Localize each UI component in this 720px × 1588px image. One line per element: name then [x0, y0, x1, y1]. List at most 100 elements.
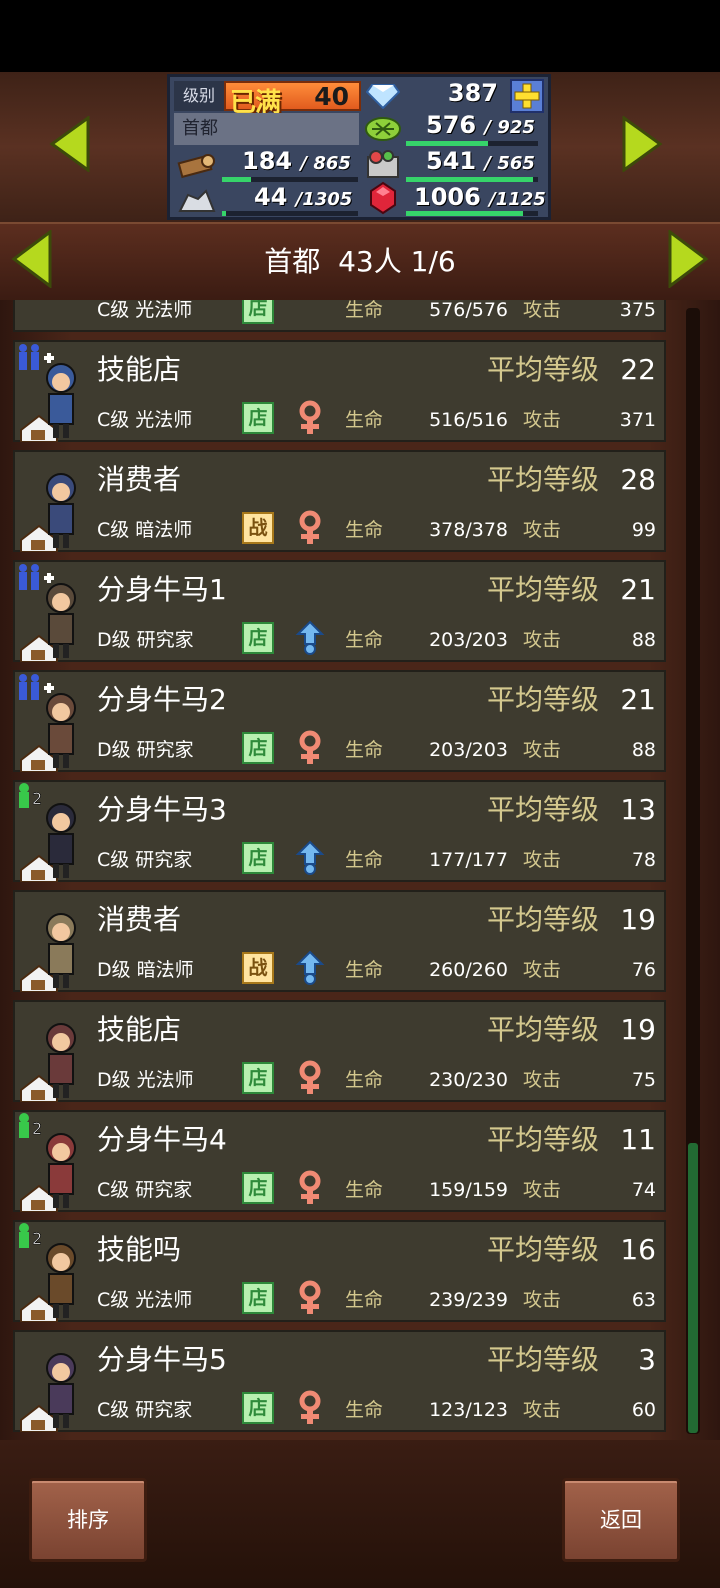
hp-label: 生命 [345, 1069, 384, 1091]
avg-level-label: 平均等级 [487, 1013, 600, 1046]
wood-icon [177, 154, 215, 179]
atk-label: 攻击 [523, 849, 562, 871]
avg-level-value: 28 [620, 463, 656, 496]
wood-bar [222, 177, 358, 182]
role-badge: 店 [242, 622, 274, 654]
atk-value: 74 [631, 1179, 656, 1201]
level-label: 级别 [174, 81, 224, 111]
unit-row[interactable]: 2 分身牛马3 平均等级 13 C级 研究家 店 生命 177/177 攻击 78 [13, 780, 666, 882]
female-icon [295, 1390, 325, 1426]
city-title-bar: 首都 43人 1/6 [0, 222, 720, 302]
atk-label: 攻击 [523, 519, 562, 541]
hp-label: 生命 [345, 739, 384, 761]
unit-row[interactable]: 分身牛马2 平均等级 21 D级 研究家 店 生命 203/203 攻击 88 [13, 670, 666, 772]
wood-value: 184 / 865 [242, 147, 351, 175]
ore-bar [222, 211, 358, 216]
ore-icon [178, 189, 216, 212]
unit-rank-job: D级 光法师 [97, 1069, 194, 1091]
role-badge: 店 [242, 300, 274, 324]
unit-avatar [20, 913, 76, 992]
atk-label: 攻击 [523, 629, 562, 651]
unit-row[interactable]: 2 技能吗 平均等级 16 C级 光法师 店 生命 239/239 攻击 63 [13, 1220, 666, 1322]
unit-row[interactable]: 分身牛马1 平均等级 21 D级 研究家 店 生命 203/203 攻击 88 [13, 560, 666, 662]
role-badge: 店 [242, 842, 274, 874]
role-badge: 店 [242, 1062, 274, 1094]
atk-value: 75 [631, 1069, 656, 1091]
unit-row[interactable]: 2 分身牛马4 平均等级 11 C级 研究家 店 生命 159/159 攻击 74 [13, 1110, 666, 1212]
unit-name: 技能吗 [97, 1233, 182, 1266]
prev-city-arrow-icon[interactable] [48, 116, 92, 172]
hp-label: 生命 [345, 300, 384, 321]
unit-name: 分身牛马4 [97, 1123, 227, 1156]
avg-level-label: 平均等级 [487, 793, 600, 826]
atk-label: 攻击 [523, 1289, 562, 1311]
avg-level-value: 21 [620, 683, 656, 716]
avg-level-label: 平均等级 [487, 1343, 600, 1376]
unit-rank-job: C级 研究家 [97, 849, 193, 871]
unit-rank-job: C级 光法师 [97, 1289, 193, 1311]
unit-rank-job: C级 光法师 [97, 300, 193, 321]
unit-rank-job: C级 研究家 [97, 1179, 193, 1201]
female-icon [295, 1060, 325, 1096]
atk-value: 371 [619, 409, 656, 431]
party-group-icon [19, 344, 54, 370]
unit-row[interactable]: 分身牛马5 平均等级 3 C级 研究家 店 生命 123/123 攻击 60 [13, 1330, 666, 1432]
hp-label: 生命 [345, 409, 384, 431]
unit-row[interactable]: 消费者 平均等级 19 D级 暗法师 战 生命 260/260 攻击 76 [13, 890, 666, 992]
unit-rank-job: D级 研究家 [97, 739, 194, 761]
diamond-icon [366, 84, 400, 109]
hp-value: 159/159 [429, 1179, 508, 1201]
hp-value: 260/260 [429, 959, 508, 981]
food-icon [367, 150, 399, 178]
role-badge: 店 [242, 1392, 274, 1424]
unit-row-partial[interactable]: C级 光法师 店 生命 576/576 攻击 375 [13, 300, 666, 332]
role-badge: 店 [242, 402, 274, 434]
avg-level-value: 3 [638, 1343, 656, 1376]
party-size-icon: 2 [19, 1223, 42, 1248]
unit-name: 分身牛马5 [97, 1343, 227, 1376]
atk-label: 攻击 [523, 739, 562, 761]
unit-rank-job: C级 光法师 [97, 409, 193, 431]
avg-level-value: 16 [620, 1233, 656, 1266]
unit-name: 分身牛马1 [97, 573, 227, 606]
hp-value: 177/177 [429, 849, 508, 871]
party-group-icon [19, 674, 54, 700]
unit-name: 技能店 [97, 1013, 182, 1046]
ore-value: 44 /1305 [254, 183, 353, 211]
scrollbar-thumb[interactable] [688, 1143, 698, 1433]
hp-value: 123/123 [429, 1399, 508, 1421]
unit-row[interactable]: 消费者 平均等级 28 C级 暗法师 战 生命 378/378 攻击 99 [13, 450, 666, 552]
back-button[interactable]: 返回 [562, 1478, 680, 1562]
female-icon [295, 1170, 325, 1206]
unit-list[interactable]: C级 光法师 店 生命 576/576 攻击 375 技能店 平均等级 22 C级 光… [0, 300, 720, 1440]
unit-name: 消费者 [97, 463, 182, 496]
male-icon [295, 950, 325, 986]
atk-value: 63 [631, 1289, 656, 1311]
next-city-arrow-icon[interactable] [620, 116, 664, 172]
prev-page-arrow-icon[interactable] [10, 230, 54, 288]
hp-value: 203/203 [429, 629, 508, 651]
avg-level-label: 平均等级 [487, 1123, 600, 1156]
hp-value: 576/576 [429, 300, 508, 321]
role-badge: 店 [242, 732, 274, 764]
add-gems-button[interactable] [510, 79, 544, 113]
atk-label: 攻击 [523, 959, 562, 981]
hp-label: 生命 [345, 849, 384, 871]
avg-level-label: 平均等级 [487, 903, 600, 936]
city-title: 首都 43人 1/6 [264, 245, 456, 278]
atk-value: 88 [631, 739, 656, 761]
sort-button[interactable]: 排序 [29, 1478, 147, 1562]
hp-label: 生命 [345, 1179, 384, 1201]
resource-panel: 级别 已满 40 387 首都 576 / 925 184 / 865 541 … [167, 74, 551, 220]
atk-value: 78 [631, 849, 656, 871]
unit-row[interactable]: 技能店 平均等级 19 D级 光法师 店 生命 230/230 攻击 75 [13, 1000, 666, 1102]
atk-value: 88 [631, 629, 656, 651]
atk-value: 375 [619, 300, 656, 321]
grass-icon [365, 117, 401, 141]
plus-icon [514, 83, 540, 109]
atk-label: 攻击 [523, 300, 562, 321]
unit-row[interactable]: 技能店 平均等级 22 C级 光法师 店 生命 516/516 攻击 371 [13, 340, 666, 442]
unit-name: 分身牛马2 [97, 683, 227, 716]
next-page-arrow-icon[interactable] [666, 230, 710, 288]
unit-name: 消费者 [97, 903, 182, 936]
